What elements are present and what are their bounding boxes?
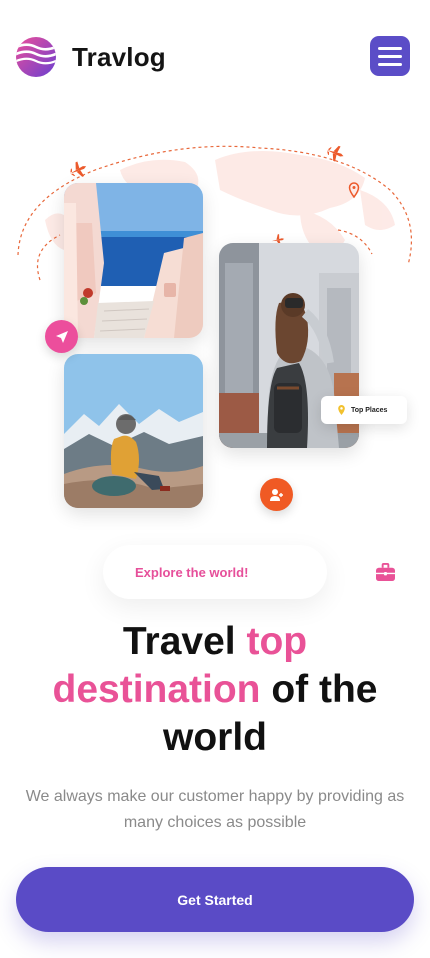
headline-part: Travel xyxy=(122,620,247,663)
hero-headline: Travel top destination of the world xyxy=(20,618,410,762)
paper-plane-icon xyxy=(55,330,68,343)
photo-coastal-village xyxy=(64,183,203,338)
menu-bar xyxy=(378,46,402,50)
headline-highlight: destination xyxy=(52,668,261,711)
travlog-logo-icon[interactable] xyxy=(16,37,56,77)
headline-highlight: top xyxy=(246,620,308,663)
top-places-badge[interactable]: Top Places xyxy=(321,396,407,424)
brand-name: Travlog xyxy=(72,42,166,72)
headline-part: of the xyxy=(260,668,378,711)
add-user-icon xyxy=(269,488,283,501)
location-pin-icon xyxy=(338,405,345,415)
hero-subtitle: We always make our customer happy by pro… xyxy=(25,788,405,831)
headline-part: world xyxy=(163,716,267,759)
get-started-button[interactable]: Get Started xyxy=(16,867,414,932)
send-button[interactable] xyxy=(45,320,78,353)
explore-label: Explore the world! xyxy=(135,564,249,580)
hamburger-menu-button[interactable] xyxy=(370,36,410,76)
menu-bar xyxy=(378,54,402,58)
hero-illustration: Top Places xyxy=(0,130,430,530)
suitcase-icon xyxy=(376,562,395,581)
photo-hiker-mountain xyxy=(64,354,203,508)
app-header: Travlog xyxy=(0,0,430,110)
explore-the-world-pill[interactable]: Explore the world! xyxy=(103,545,395,599)
top-places-label: Top Places xyxy=(351,406,388,414)
add-user-button[interactable] xyxy=(260,478,293,511)
menu-bar xyxy=(378,62,402,66)
get-started-label: Get Started xyxy=(177,891,253,908)
